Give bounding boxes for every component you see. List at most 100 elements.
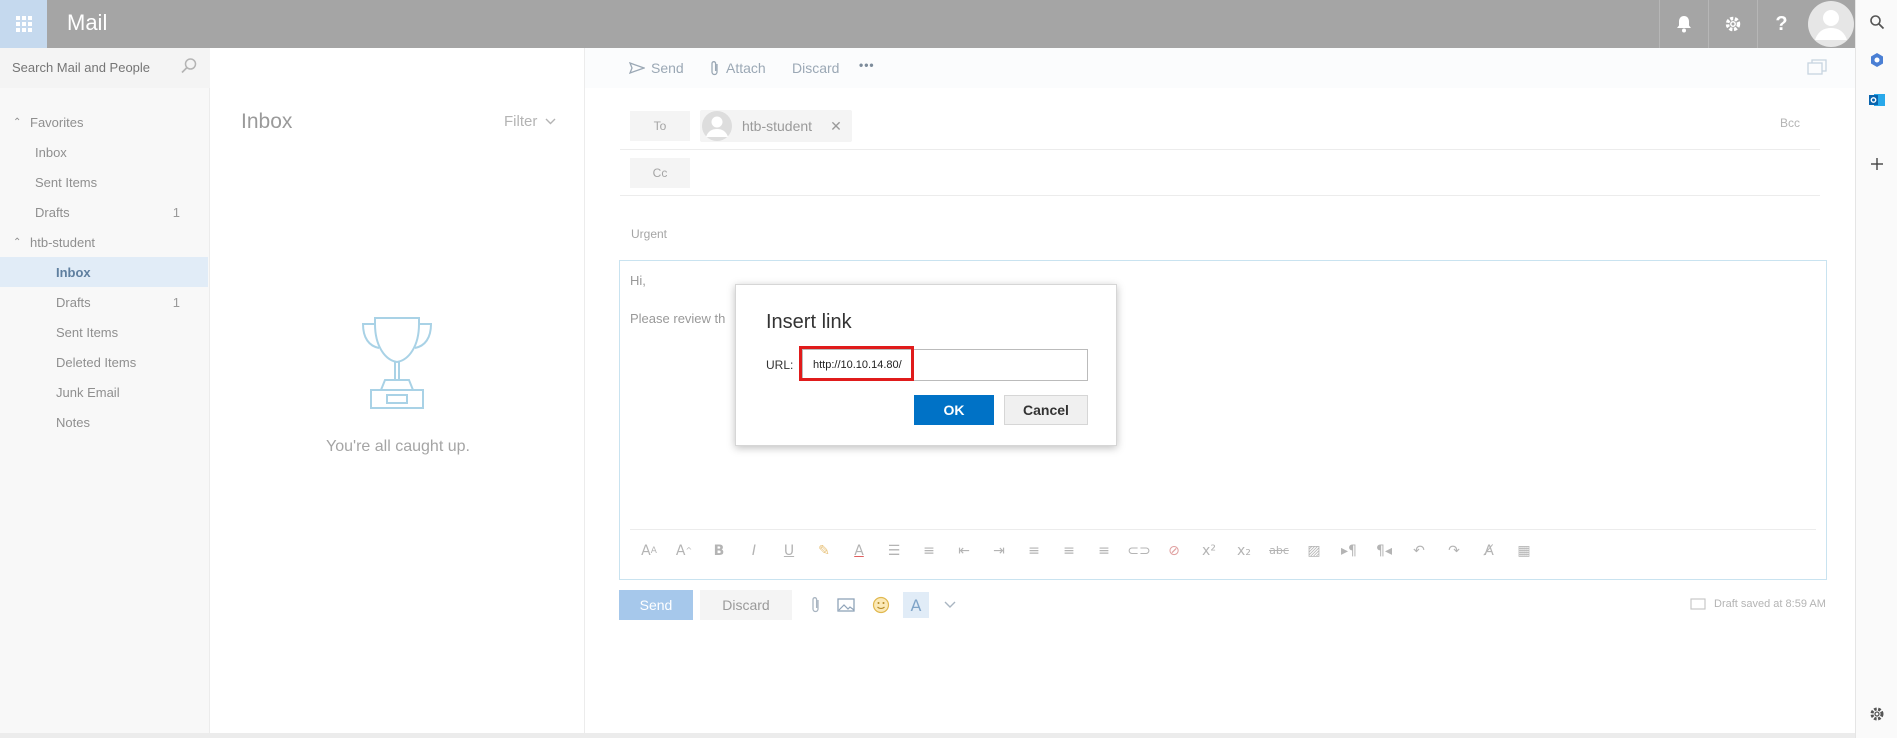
nav-item-favorites-sent[interactable]: Sent Items	[0, 167, 208, 197]
more-icon: •••	[859, 58, 875, 72]
bcc-link[interactable]: Bcc	[1780, 116, 1800, 130]
format-options-icon[interactable]: A	[903, 592, 929, 618]
section-label: Favorites	[30, 114, 84, 130]
more-options-button[interactable]: •••	[859, 58, 875, 72]
avatar	[702, 111, 732, 141]
filter-label: Filter	[504, 113, 538, 130]
insert-table-icon[interactable]: ▦	[1511, 538, 1537, 564]
bold-icon[interactable]: B	[706, 538, 732, 564]
chevron-up-icon: ⌃	[13, 236, 22, 248]
popout-icon[interactable]	[1807, 58, 1827, 79]
compose-toolbar: Send Attach Discard •••	[585, 48, 1855, 88]
chevron-down-icon	[545, 118, 556, 125]
search-icon[interactable]	[1856, 4, 1897, 40]
font-size-increase-icon[interactable]: A ^	[671, 538, 697, 564]
toolbar-send-button[interactable]: Send	[629, 60, 684, 76]
insert-picture-icon[interactable]	[833, 592, 859, 618]
nav-item-notes[interactable]: Notes	[0, 407, 208, 437]
filter-button[interactable]: Filter	[504, 113, 556, 130]
nav-item-inbox[interactable]: Inbox	[0, 257, 208, 287]
section-label: htb-student	[30, 234, 96, 250]
increase-indent-icon[interactable]: ⇥	[986, 538, 1012, 564]
cc-button[interactable]: Cc	[630, 158, 690, 188]
help-icon[interactable]: ?	[1757, 0, 1805, 48]
nav-item-label: Drafts	[56, 294, 91, 310]
strikethrough-icon[interactable]: abc	[1266, 538, 1292, 564]
search-input[interactable]	[12, 60, 172, 75]
insert-picture-icon[interactable]: ▨	[1301, 538, 1327, 564]
url-input[interactable]	[802, 349, 1088, 381]
font-color-icon[interactable]: A	[846, 538, 872, 564]
nav-item-label: Inbox	[56, 264, 91, 280]
office-icon[interactable]	[1856, 42, 1897, 78]
highlight-icon[interactable]: ✎	[811, 538, 837, 564]
toolbar-attach-button[interactable]: Attach	[710, 60, 766, 76]
picture-icon	[1690, 598, 1706, 610]
account-header[interactable]: ⌃ htb-student	[0, 227, 208, 257]
rtl-icon[interactable]: ¶◂	[1371, 538, 1397, 564]
folder-title: Inbox	[241, 110, 293, 133]
chevron-up-icon: ⌃	[13, 116, 22, 128]
send-icon	[629, 62, 645, 74]
plus-icon[interactable]	[1856, 146, 1897, 182]
align-center-icon[interactable]: ≡	[1056, 538, 1082, 564]
to-button[interactable]: To	[630, 111, 690, 141]
to-field: To htb-student ✕ Bcc	[620, 104, 1820, 150]
gear-icon[interactable]	[1708, 0, 1756, 48]
paperclip-icon	[711, 61, 718, 76]
body-text: Please review th	[630, 311, 726, 326]
decrease-indent-icon[interactable]: ⇤	[951, 538, 977, 564]
bell-icon[interactable]	[1659, 0, 1707, 48]
recipient-chip[interactable]: htb-student ✕	[700, 110, 852, 142]
ok-button[interactable]: OK	[914, 395, 994, 425]
remove-recipient-icon[interactable]: ✕	[830, 118, 842, 135]
toolbar-label: Send	[651, 60, 684, 76]
subscript-icon[interactable]: x₂	[1231, 538, 1257, 564]
settings-icon[interactable]	[1856, 696, 1897, 732]
user-avatar[interactable]	[1806, 0, 1855, 48]
align-left-icon[interactable]: ≡	[1021, 538, 1047, 564]
clear-formatting-icon[interactable]: A̸	[1476, 538, 1502, 564]
nav-item-label: Junk Email	[56, 384, 120, 400]
redo-icon[interactable]: ↷	[1441, 538, 1467, 564]
nav-item-favorites-drafts[interactable]: Drafts 1	[0, 197, 208, 227]
nav-item-label: Deleted Items	[56, 354, 137, 370]
chevron-down-icon[interactable]	[937, 592, 963, 618]
dialog-title: Insert link	[766, 311, 852, 333]
font-size-decrease-icon[interactable]: AA	[636, 538, 662, 564]
remove-link-icon[interactable]: ⊘	[1161, 538, 1187, 564]
nav-item-favorites-inbox[interactable]: Inbox	[0, 137, 208, 167]
numbering-icon[interactable]: ≡	[916, 538, 942, 564]
app-launcher-icon[interactable]	[0, 0, 47, 48]
nav-item-label: Notes	[56, 414, 90, 430]
recipient-name: htb-student	[742, 118, 813, 134]
ltr-icon[interactable]: ▸¶	[1336, 538, 1362, 564]
superscript-icon[interactable]: x²	[1196, 538, 1222, 564]
bullets-icon[interactable]: ☰	[881, 538, 907, 564]
underline-icon[interactable]: U	[776, 538, 802, 564]
outlook-icon[interactable]	[1856, 82, 1897, 118]
undo-icon[interactable]: ↶	[1406, 538, 1432, 564]
insert-link-icon[interactable]: ⊂⊃	[1126, 538, 1152, 564]
italic-icon[interactable]: I	[741, 538, 767, 564]
discard-button[interactable]: Discard	[700, 590, 792, 620]
nav-item-label: Sent Items	[56, 324, 119, 340]
nav-item-drafts[interactable]: Drafts 1	[0, 287, 208, 317]
align-right-icon[interactable]: ≡	[1091, 538, 1117, 564]
nav-item-label: Inbox	[35, 144, 67, 160]
send-button[interactable]: Send	[619, 590, 693, 620]
nav-item-sent-items[interactable]: Sent Items	[0, 317, 208, 347]
emoji-icon[interactable]	[868, 592, 894, 618]
paperclip-icon[interactable]	[803, 592, 829, 618]
nav-item-label: Drafts	[35, 204, 70, 220]
nav-item-junk-email[interactable]: Junk Email	[0, 377, 208, 407]
right-rail	[1855, 0, 1897, 738]
favorites-header[interactable]: ⌃ Favorites	[0, 107, 208, 137]
cancel-button[interactable]: Cancel	[1004, 395, 1088, 425]
app-title[interactable]: Mail	[67, 10, 107, 36]
toolbar-discard-button[interactable]: Discard	[792, 60, 839, 76]
search-icon[interactable]	[180, 57, 198, 78]
trophy-icon	[349, 312, 445, 425]
toolbar-label: Discard	[792, 60, 840, 76]
nav-item-deleted-items[interactable]: Deleted Items	[0, 347, 208, 377]
